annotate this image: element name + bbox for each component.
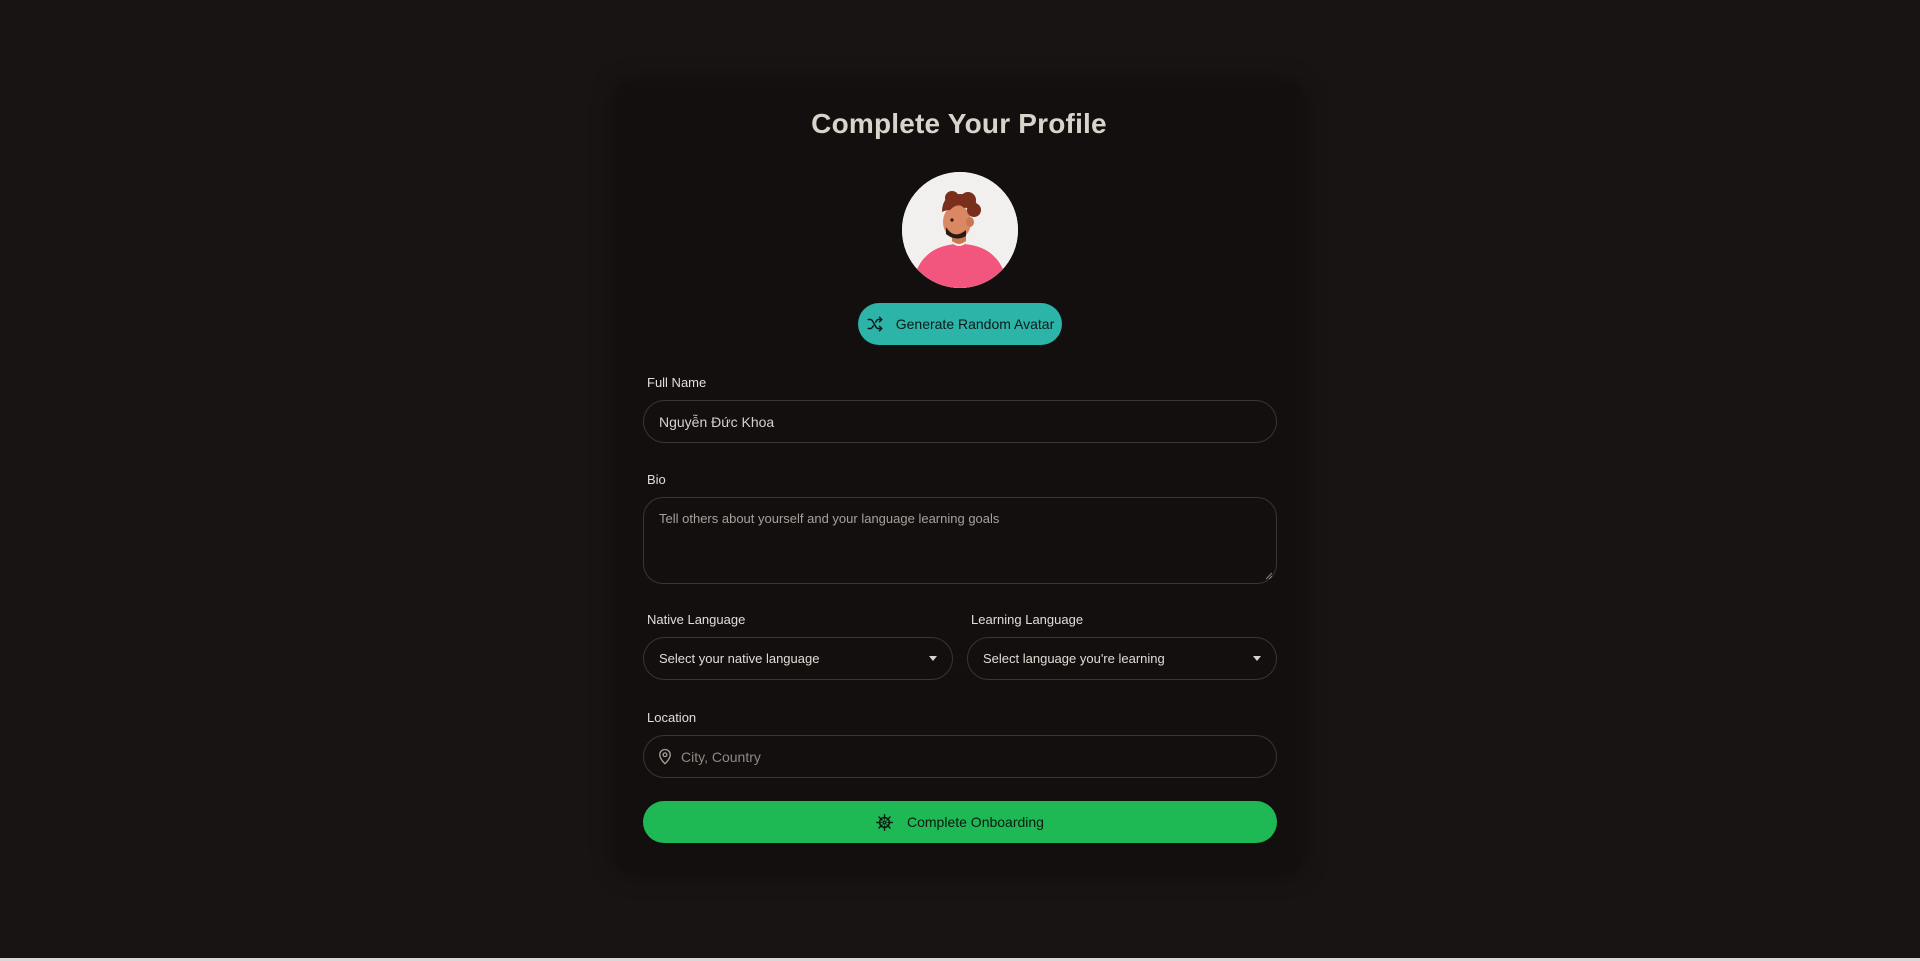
ship-wheel-icon	[876, 813, 893, 831]
full-name-input[interactable]: Nguyễn Đức Khoa	[643, 400, 1277, 443]
learning-language-value: Select language you're learning	[983, 651, 1165, 666]
bio-textarea[interactable]: Tell others about yourself and your lang…	[643, 497, 1277, 584]
chevron-down-icon	[1253, 656, 1261, 661]
onboarding-card: Complete Your Profile Generate Random Av…	[615, 82, 1303, 874]
bio-placeholder: Tell others about yourself and your lang…	[659, 511, 1000, 526]
map-pin-icon	[659, 748, 671, 765]
full-name-value: Nguyễn Đức Khoa	[659, 413, 775, 430]
learning-language-label: Learning Language	[971, 612, 1084, 627]
location-input[interactable]: City, Country	[643, 735, 1277, 778]
location-label: Location	[647, 710, 697, 725]
learning-language-select[interactable]: Select language you're learning	[967, 637, 1277, 680]
full-name-label: Full Name	[647, 375, 707, 390]
generate-avatar-button[interactable]: Generate Random Avatar	[858, 303, 1062, 345]
resize-grip-icon[interactable]	[1265, 572, 1273, 580]
complete-onboarding-label: Complete Onboarding	[907, 814, 1044, 830]
native-language-label: Native Language	[647, 612, 746, 627]
native-language-value: Select your native language	[659, 651, 820, 666]
bio-label: Bio	[647, 472, 666, 487]
native-language-select[interactable]: Select your native language	[643, 637, 953, 680]
complete-onboarding-button[interactable]: Complete Onboarding	[643, 801, 1277, 843]
location-placeholder: City, Country	[681, 748, 761, 765]
shuffle-icon	[866, 315, 884, 333]
avatar-illustration	[902, 172, 1018, 288]
avatar	[902, 172, 1018, 288]
page: Complete Your Profile Generate Random Av…	[0, 0, 1920, 961]
generate-avatar-label: Generate Random Avatar	[895, 316, 1055, 332]
page-title: Complete Your Profile	[811, 108, 1107, 139]
chevron-down-icon	[929, 656, 937, 661]
